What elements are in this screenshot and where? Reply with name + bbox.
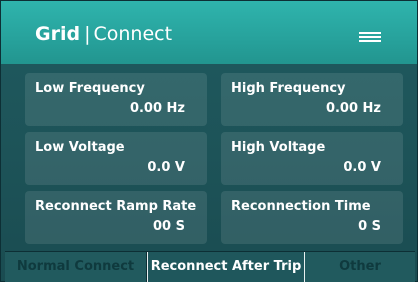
- reconnect-ramp-rate-label: Reconnect Ramp Rate: [35, 199, 197, 214]
- reconnection-time-value: 0 S: [358, 219, 381, 234]
- title-separator: |: [84, 23, 91, 45]
- menu-line-bottom: [359, 40, 381, 42]
- low-voltage-label: Low Voltage: [35, 140, 125, 155]
- reconnection-time-card[interactable]: Reconnection Time 0 S: [221, 191, 403, 244]
- grid-connect-panel: Grid | Connect Low Frequency 0.00 Hz High …: [0, 0, 418, 282]
- high-frequency-value: 0.00 Hz: [325, 101, 381, 116]
- hamburger-menu-icon[interactable]: [359, 31, 381, 43]
- header-bar: Grid | Connect: [1, 1, 417, 64]
- low-frequency-value: 0.00 Hz: [129, 101, 185, 116]
- high-voltage-value: 0.0 V: [343, 160, 381, 175]
- low-frequency-label: Low Frequency: [35, 81, 145, 96]
- high-voltage-card[interactable]: High Voltage 0.0 V: [221, 132, 403, 185]
- tab-other[interactable]: Other: [305, 252, 415, 282]
- reconnection-time-label: Reconnection Time: [231, 199, 371, 214]
- page-title: Grid | Connect: [35, 22, 172, 46]
- tab-bar: Normal Connect Reconnect After Trip Othe…: [5, 251, 415, 282]
- tab-normal-connect[interactable]: Normal Connect: [5, 252, 147, 282]
- high-frequency-label: High Frequency: [231, 81, 346, 96]
- low-frequency-card[interactable]: Low Frequency 0.00 Hz: [25, 73, 207, 126]
- low-voltage-value: 0.0 V: [147, 160, 185, 175]
- reconnect-ramp-rate-value: 00 S: [153, 219, 185, 234]
- high-voltage-label: High Voltage: [231, 140, 326, 155]
- menu-line-middle: [359, 36, 381, 38]
- title-bold: Grid: [35, 23, 81, 45]
- reconnect-ramp-rate-card[interactable]: Reconnect Ramp Rate 00 S: [25, 191, 207, 244]
- menu-line-top: [359, 32, 381, 34]
- high-frequency-card[interactable]: High Frequency 0.00 Hz: [221, 73, 403, 126]
- tab-reconnect-after-trip[interactable]: Reconnect After Trip: [147, 252, 305, 282]
- low-voltage-card[interactable]: Low Voltage 0.0 V: [25, 132, 207, 185]
- title-light: Connect: [93, 23, 173, 45]
